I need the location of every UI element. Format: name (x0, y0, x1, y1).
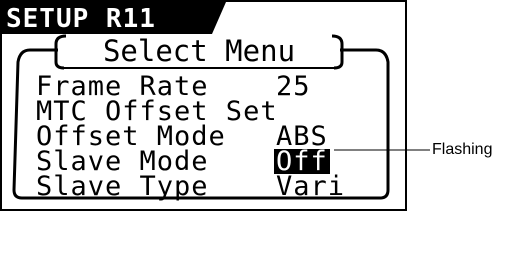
menu-item-value: Vari (276, 171, 346, 202)
menu-item-slave-type[interactable]: Slave Type Vari (36, 173, 344, 200)
menu-title: Select Menu (102, 34, 296, 68)
menu-list: Frame Rate 25 MTC Offset Set Offset Mode… (36, 73, 344, 200)
menu-item-value: 25 (276, 71, 311, 102)
callout-label: Flashing (432, 141, 493, 158)
screen-title: SETUP R11 (6, 4, 156, 34)
menu-item-label: Slave Type (36, 171, 209, 202)
lcd-screen: SETUP R11 Select Menu Frame Rate 25 MTC … (0, 0, 509, 212)
